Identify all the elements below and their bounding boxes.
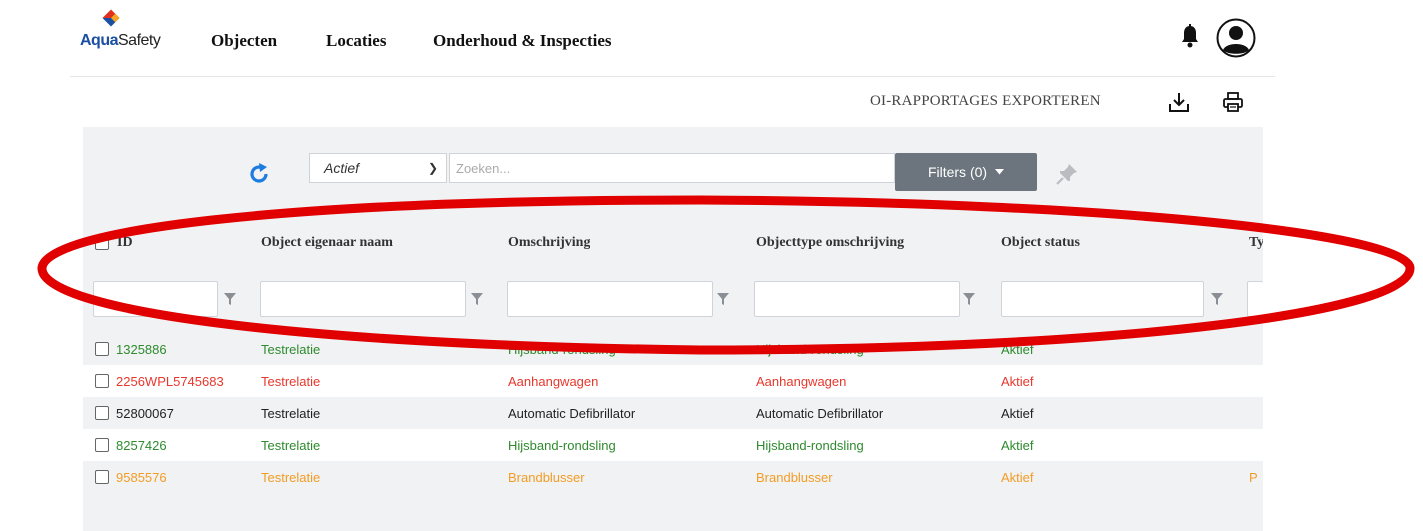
cell-id: 2256WPL5745683	[116, 374, 224, 389]
type-filter-input[interactable]	[1247, 281, 1263, 317]
table-header-row: ID Object eigenaar naam Omschrijving Obj…	[83, 217, 1263, 269]
cell-owner-name: Testrelatie	[261, 406, 321, 421]
cell-owner-name: Testrelatie	[261, 374, 321, 389]
caret-down-icon	[995, 169, 1005, 175]
printer-icon[interactable]	[1222, 91, 1244, 113]
cell-description: Hijsband-rondsling	[508, 438, 616, 453]
column-filter-row	[83, 269, 1263, 331]
bell-icon[interactable]	[1180, 24, 1200, 48]
cell-description: Hijsband-rondsling	[508, 342, 616, 357]
column-header-object-status[interactable]: Object status	[1001, 235, 1080, 251]
logo-text-safety: Safety	[118, 32, 161, 49]
cell-owner-name: Testrelatie	[261, 342, 321, 357]
filters-button[interactable]: Filters (0)	[895, 153, 1037, 191]
cell-object-type: Aanhangwagen	[756, 374, 847, 389]
logo-text-aqua: Aqua	[80, 32, 119, 49]
header-divider	[70, 76, 1275, 77]
refresh-icon[interactable]	[247, 162, 271, 186]
export-oi-reports-link[interactable]: OI-RAPPORTAGES EXPORTEREN	[870, 93, 1101, 110]
aquasafety-logo[interactable]: AquaSafety	[80, 8, 161, 58]
owner-filter-input[interactable]	[260, 281, 466, 317]
cell-object-status: Aktief	[1001, 374, 1034, 389]
row-checkbox[interactable]	[95, 342, 109, 356]
cell-id: 52800067	[116, 406, 174, 421]
cell-object-status: Aktief	[1001, 470, 1034, 485]
cell-id: 1325886	[116, 342, 167, 357]
table-row[interactable]: 1325886 Testrelatie Hijsband-rondsling Hijs…	[83, 333, 1263, 365]
chevron-down-icon: ❯	[427, 161, 438, 175]
cell-description: Aanhangwagen	[508, 374, 599, 389]
cell-object-type: Hijsband-rondsling	[756, 438, 864, 453]
row-checkbox[interactable]	[95, 406, 109, 420]
id-filter-input[interactable]	[93, 281, 218, 317]
download-icon[interactable]	[1168, 91, 1190, 113]
cell-object-status: Aktief	[1001, 342, 1034, 357]
nav-objecten[interactable]: Objecten	[211, 31, 277, 51]
row-checkbox[interactable]	[95, 438, 109, 452]
column-header-description[interactable]: Omschrijving	[508, 235, 590, 251]
cell-object-type: Hijsband-rondsling	[756, 342, 864, 357]
cell-object-status: Aktief	[1001, 438, 1034, 453]
description-filter-input[interactable]	[507, 281, 713, 317]
cell-description: Automatic Defibrillator	[508, 406, 636, 421]
cell-object-type: Automatic Defibrillator	[756, 406, 884, 421]
funnel-icon[interactable]	[471, 293, 483, 305]
cell-description: Brandblusser	[508, 470, 585, 485]
cell-id: 8257426	[116, 438, 167, 453]
row-checkbox[interactable]	[95, 470, 109, 484]
column-header-owner-name[interactable]: Object eigenaar naam	[261, 235, 393, 251]
funnel-icon[interactable]	[717, 293, 729, 305]
logo-mark-icon	[102, 9, 120, 27]
cell-id: 9585576	[116, 470, 167, 485]
cell-owner-name: Testrelatie	[261, 438, 321, 453]
funnel-icon[interactable]	[963, 293, 975, 305]
nav-locaties[interactable]: Locaties	[326, 31, 386, 51]
status-select[interactable]: Actief ❯	[309, 153, 447, 183]
search-input[interactable]	[449, 153, 895, 183]
filters-button-label: Filters (0)	[927, 164, 988, 180]
row-checkbox[interactable]	[95, 374, 109, 388]
cell-object-type: Brandblusser	[756, 470, 833, 485]
nav-onderhoud-inspecties[interactable]: Onderhoud & Inspecties	[433, 31, 612, 51]
table-row[interactable]: 2256WPL5745683 Testrelatie Aanhangwagen Aan…	[83, 365, 1263, 397]
select-all-checkbox[interactable]	[95, 236, 109, 250]
object-type-filter-input[interactable]	[754, 281, 960, 317]
user-avatar-icon[interactable]	[1216, 18, 1256, 58]
funnel-icon[interactable]	[1211, 293, 1223, 305]
column-header-id[interactable]: ID	[117, 235, 133, 251]
column-header-type[interactable]: Ty	[1249, 235, 1263, 251]
object-status-filter-input[interactable]	[1001, 281, 1204, 317]
pin-icon[interactable]	[1056, 163, 1078, 185]
cell-object-status: Aktief	[1001, 406, 1034, 421]
table-row[interactable]: 52800067 Testrelatie Automatic Defibrillat…	[83, 397, 1263, 429]
funnel-icon[interactable]	[224, 293, 236, 305]
cell-type: P	[1249, 470, 1258, 485]
status-select-value: Actief	[324, 160, 360, 176]
column-header-object-type[interactable]: Objecttype omschrijving	[756, 235, 904, 251]
cell-owner-name: Testrelatie	[261, 470, 321, 485]
table-row[interactable]: 9585576 Testrelatie Brandblusser Brandbluss…	[83, 461, 1263, 493]
table-row[interactable]: 8257426 Testrelatie Hijsband-rondsling Hijs…	[83, 429, 1263, 461]
